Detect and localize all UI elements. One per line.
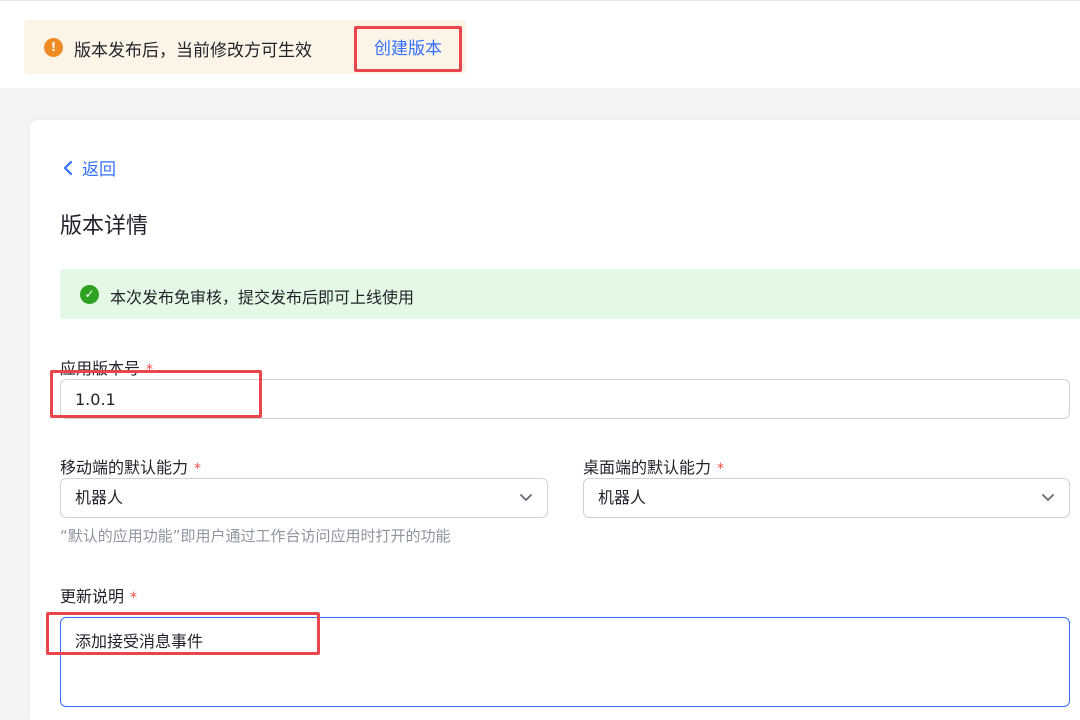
review-exempt-banner: ✓ 本次发布免审核，提交发布后即可上线使用 xyxy=(60,269,1080,319)
mobile-default-select[interactable]: 机器人 xyxy=(60,478,548,518)
required-mark: * xyxy=(130,590,138,606)
mobile-default-label-text: 移动端的默认能力 xyxy=(60,458,189,477)
back-label: 返回 xyxy=(82,160,116,180)
page-title: 版本详情 xyxy=(60,214,149,239)
warning-icon: ! xyxy=(44,38,63,57)
mobile-default-label: 移动端的默认能力 * xyxy=(60,454,201,478)
review-exempt-text: 本次发布免审核，提交发布后即可上线使用 xyxy=(110,288,415,307)
chevron-down-icon xyxy=(520,494,532,501)
check-circle-icon: ✓ xyxy=(80,285,99,304)
desktop-default-select[interactable]: 机器人 xyxy=(583,478,1070,518)
publish-notice-text: 版本发布后，当前修改方可生效 xyxy=(74,41,312,61)
update-notes-label-text: 更新说明 xyxy=(60,587,125,606)
required-mark: * xyxy=(194,461,202,477)
desktop-default-label-text: 桌面端的默认能力 xyxy=(583,458,712,477)
chevron-down-icon xyxy=(1042,494,1054,501)
version-label-text: 应用版本号 xyxy=(60,359,141,378)
version-input[interactable] xyxy=(60,379,1070,419)
create-version-link[interactable]: 创建版本 xyxy=(354,26,462,72)
update-notes-label: 更新说明 * xyxy=(60,583,137,607)
required-mark: * xyxy=(717,461,725,477)
desktop-default-label: 桌面端的默认能力 * xyxy=(583,454,724,478)
back-link[interactable]: 返回 xyxy=(62,155,116,180)
default-capability-hint: “默认的应用功能”即用户通过工作台访问应用时打开的功能 xyxy=(60,527,451,545)
chevron-left-icon xyxy=(63,160,73,175)
update-notes-value: 添加接受消息事件 xyxy=(75,632,204,651)
required-mark: * xyxy=(146,362,154,378)
desktop-default-value: 机器人 xyxy=(598,488,647,507)
version-label: 应用版本号 * xyxy=(60,355,153,379)
update-notes-textarea[interactable]: 添加接受消息事件 xyxy=(60,617,1070,707)
mobile-default-value: 机器人 xyxy=(75,488,124,507)
